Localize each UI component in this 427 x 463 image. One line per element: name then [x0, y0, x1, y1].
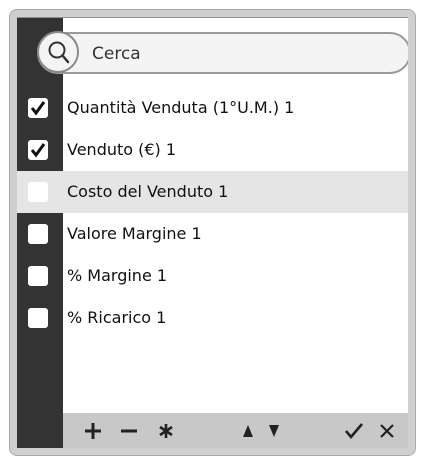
list-item-label: Costo del Venduto 1	[67, 182, 229, 201]
checkbox-unchecked[interactable]	[28, 224, 48, 244]
list-item[interactable]: Quantità Venduta (1°U.M.) 1	[17, 87, 408, 129]
close-icon[interactable]	[372, 413, 402, 448]
arrow-down-icon[interactable]	[259, 413, 289, 448]
checkbox-unchecked[interactable]	[28, 308, 48, 328]
column-chooser-panel: Cerca Quantità Venduta (1°U.M.) 1 Vendut…	[17, 17, 408, 448]
checkmark-icon[interactable]	[339, 413, 369, 448]
list-item-label: Venduto (€) 1	[67, 140, 177, 159]
list-item[interactable]: Valore Margine 1	[17, 213, 408, 255]
list-item-label: % Ricarico 1	[67, 308, 167, 327]
toolbar	[63, 413, 408, 448]
checkbox-checked[interactable]	[28, 98, 48, 118]
checkbox-checked[interactable]	[28, 140, 48, 160]
checkbox-unchecked[interactable]	[28, 182, 48, 202]
list-item[interactable]: Venduto (€) 1	[17, 129, 408, 171]
minus-icon[interactable]	[114, 413, 144, 448]
search-icon[interactable]	[37, 31, 79, 73]
list-item-label: % Margine 1	[67, 266, 168, 285]
search-placeholder: Cerca	[92, 44, 141, 64]
list-item[interactable]: % Margine 1	[17, 255, 408, 297]
plus-icon[interactable]	[78, 413, 108, 448]
list-item-label: Quantità Venduta (1°U.M.) 1	[67, 98, 295, 117]
list-item[interactable]: Costo del Venduto 1	[17, 171, 408, 213]
list-item-label: Valore Margine 1	[67, 224, 202, 243]
checkbox-unchecked[interactable]	[28, 266, 48, 286]
list-item[interactable]: % Ricarico 1	[17, 297, 408, 339]
asterisk-icon[interactable]	[151, 413, 181, 448]
